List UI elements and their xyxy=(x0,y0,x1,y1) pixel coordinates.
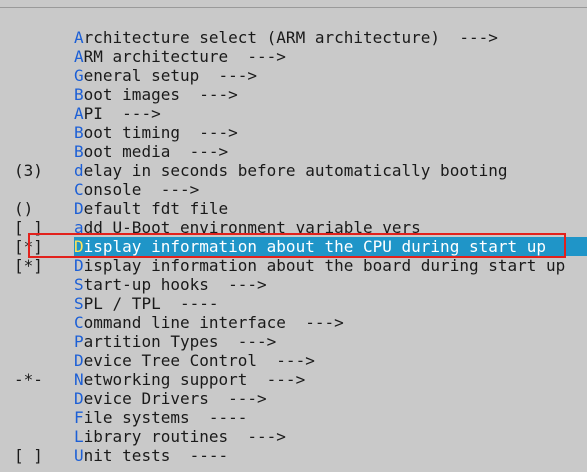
menu-item-label: ommand line interface ---> xyxy=(83,313,344,332)
menu-item-label: isplay information about the CPU during … xyxy=(83,237,547,256)
menu-item-label: evice Tree Control ---> xyxy=(83,351,315,370)
menu-item-label: nit tests ---- xyxy=(83,446,229,465)
menu-item-hotkey: S xyxy=(74,294,84,313)
menu-item[interactable]: (3) delay in seconds before automatically… xyxy=(14,161,587,180)
menu-item-hotkey: D xyxy=(74,351,84,370)
menu-item-hotkey: C xyxy=(74,180,84,199)
menu-item-state: (3) xyxy=(14,161,43,180)
menu-item-hotkey: a xyxy=(74,218,84,237)
menu-item[interactable]: Device Tree Control ---> xyxy=(14,351,587,370)
menu-item-label: ibrary routines ---> xyxy=(83,427,286,446)
menu-item[interactable]: File systems ---- xyxy=(14,408,587,427)
menu-item-hotkey: B xyxy=(74,85,84,104)
menu-item[interactable]: Start-up hooks ---> xyxy=(14,275,587,294)
menu-item-label: onsole ---> xyxy=(83,180,200,199)
menu-item[interactable]: General setup ---> xyxy=(14,66,587,85)
config-menu: Architecture select (ARM architecture) -… xyxy=(14,28,587,465)
menu-item[interactable]: -*- Networking support ---> xyxy=(14,370,587,389)
menu-item-label: etworking support ---> xyxy=(83,370,306,389)
menu-item-hotkey: D xyxy=(74,199,84,218)
menu-item-hotkey: A xyxy=(74,28,84,47)
menu-item-hotkey: P xyxy=(74,332,84,351)
menu-item-label: PI ---> xyxy=(83,104,161,123)
menu-item[interactable]: Boot timing ---> xyxy=(14,123,587,142)
menu-item-label: artition Types ---> xyxy=(83,332,277,351)
menu-item-state: [*] xyxy=(14,237,74,256)
top-border xyxy=(0,0,587,8)
menu-item-label: oot images ---> xyxy=(83,85,238,104)
menu-item-state: [ ] xyxy=(14,446,43,465)
menu-item-label: eneral setup ---> xyxy=(83,66,258,85)
menu-item[interactable]: ARM architecture ---> xyxy=(14,47,587,66)
menu-item-hotkey: U xyxy=(74,446,84,465)
menu-item-label: rchitecture select (ARM architecture) --… xyxy=(83,28,498,47)
menu-item-hotkey: N xyxy=(74,370,84,389)
menu-item[interactable]: Command line interface ---> xyxy=(14,313,587,332)
menu-item-label: efault fdt file xyxy=(83,199,229,218)
menu-item[interactable]: SPL / TPL ---- xyxy=(14,294,587,313)
menu-item[interactable]: Console ---> xyxy=(14,180,587,199)
menu-item-hotkey: G xyxy=(74,66,84,85)
menu-item-state: () xyxy=(14,199,34,218)
menu-item[interactable]: Architecture select (ARM architecture) -… xyxy=(14,28,587,47)
menu-item-hotkey: d xyxy=(74,161,84,180)
menu-item-label: RM architecture ---> xyxy=(83,47,286,66)
menu-item-hotkey: B xyxy=(74,123,84,142)
menu-item-state: [*] xyxy=(14,256,43,275)
menu-item[interactable]: [ ] add U-Boot environment variable vers xyxy=(14,218,587,237)
menu-item[interactable]: Boot media ---> xyxy=(14,142,587,161)
menu-item-hotkey: B xyxy=(74,142,84,161)
menu-item-hotkey: D xyxy=(74,389,84,408)
menu-item-hotkey: L xyxy=(74,427,84,446)
menu-item-hotkey: D xyxy=(74,256,84,275)
menu-item-label: evice Drivers ---> xyxy=(83,389,267,408)
menu-item-selected[interactable]: [*] Display information about the CPU dur… xyxy=(14,237,587,256)
menu-item[interactable]: Boot images ---> xyxy=(14,85,587,104)
menu-item-label: isplay information about the board durin… xyxy=(83,256,566,275)
menu-item-hotkey: C xyxy=(74,313,84,332)
menu-item-label: oot timing ---> xyxy=(83,123,238,142)
menu-item[interactable]: () Default fdt file xyxy=(14,199,587,218)
menu-item-state: -*- xyxy=(14,370,43,389)
menu-item-hotkey: A xyxy=(74,47,84,66)
menu-item-hotkey: D xyxy=(74,237,84,256)
menuconfig-screen: Architecture select (ARM architecture) -… xyxy=(0,0,587,472)
menu-item-state: [ ] xyxy=(14,218,43,237)
menu-item-label: elay in seconds before automatically boo… xyxy=(83,161,508,180)
menu-item-hotkey: S xyxy=(74,275,84,294)
menu-item[interactable]: API ---> xyxy=(14,104,587,123)
menu-item[interactable]: Device Drivers ---> xyxy=(14,389,587,408)
menu-item[interactable]: Library routines ---> xyxy=(14,427,587,446)
menu-item-label: dd U-Boot environment variable vers xyxy=(83,218,421,237)
menu-item[interactable]: Partition Types ---> xyxy=(14,332,587,351)
menu-item[interactable]: [ ] Unit tests ---- xyxy=(14,446,587,465)
menu-item-label: oot media ---> xyxy=(83,142,229,161)
menu-item-label: ile systems ---- xyxy=(83,408,248,427)
menu-item-hotkey: F xyxy=(74,408,84,427)
menu-item-hotkey: A xyxy=(74,104,84,123)
menu-item-label: tart-up hooks ---> xyxy=(83,275,267,294)
menu-item[interactable]: [*] Display information about the board d… xyxy=(14,256,587,275)
menu-item-label: PL / TPL ---- xyxy=(83,294,219,313)
